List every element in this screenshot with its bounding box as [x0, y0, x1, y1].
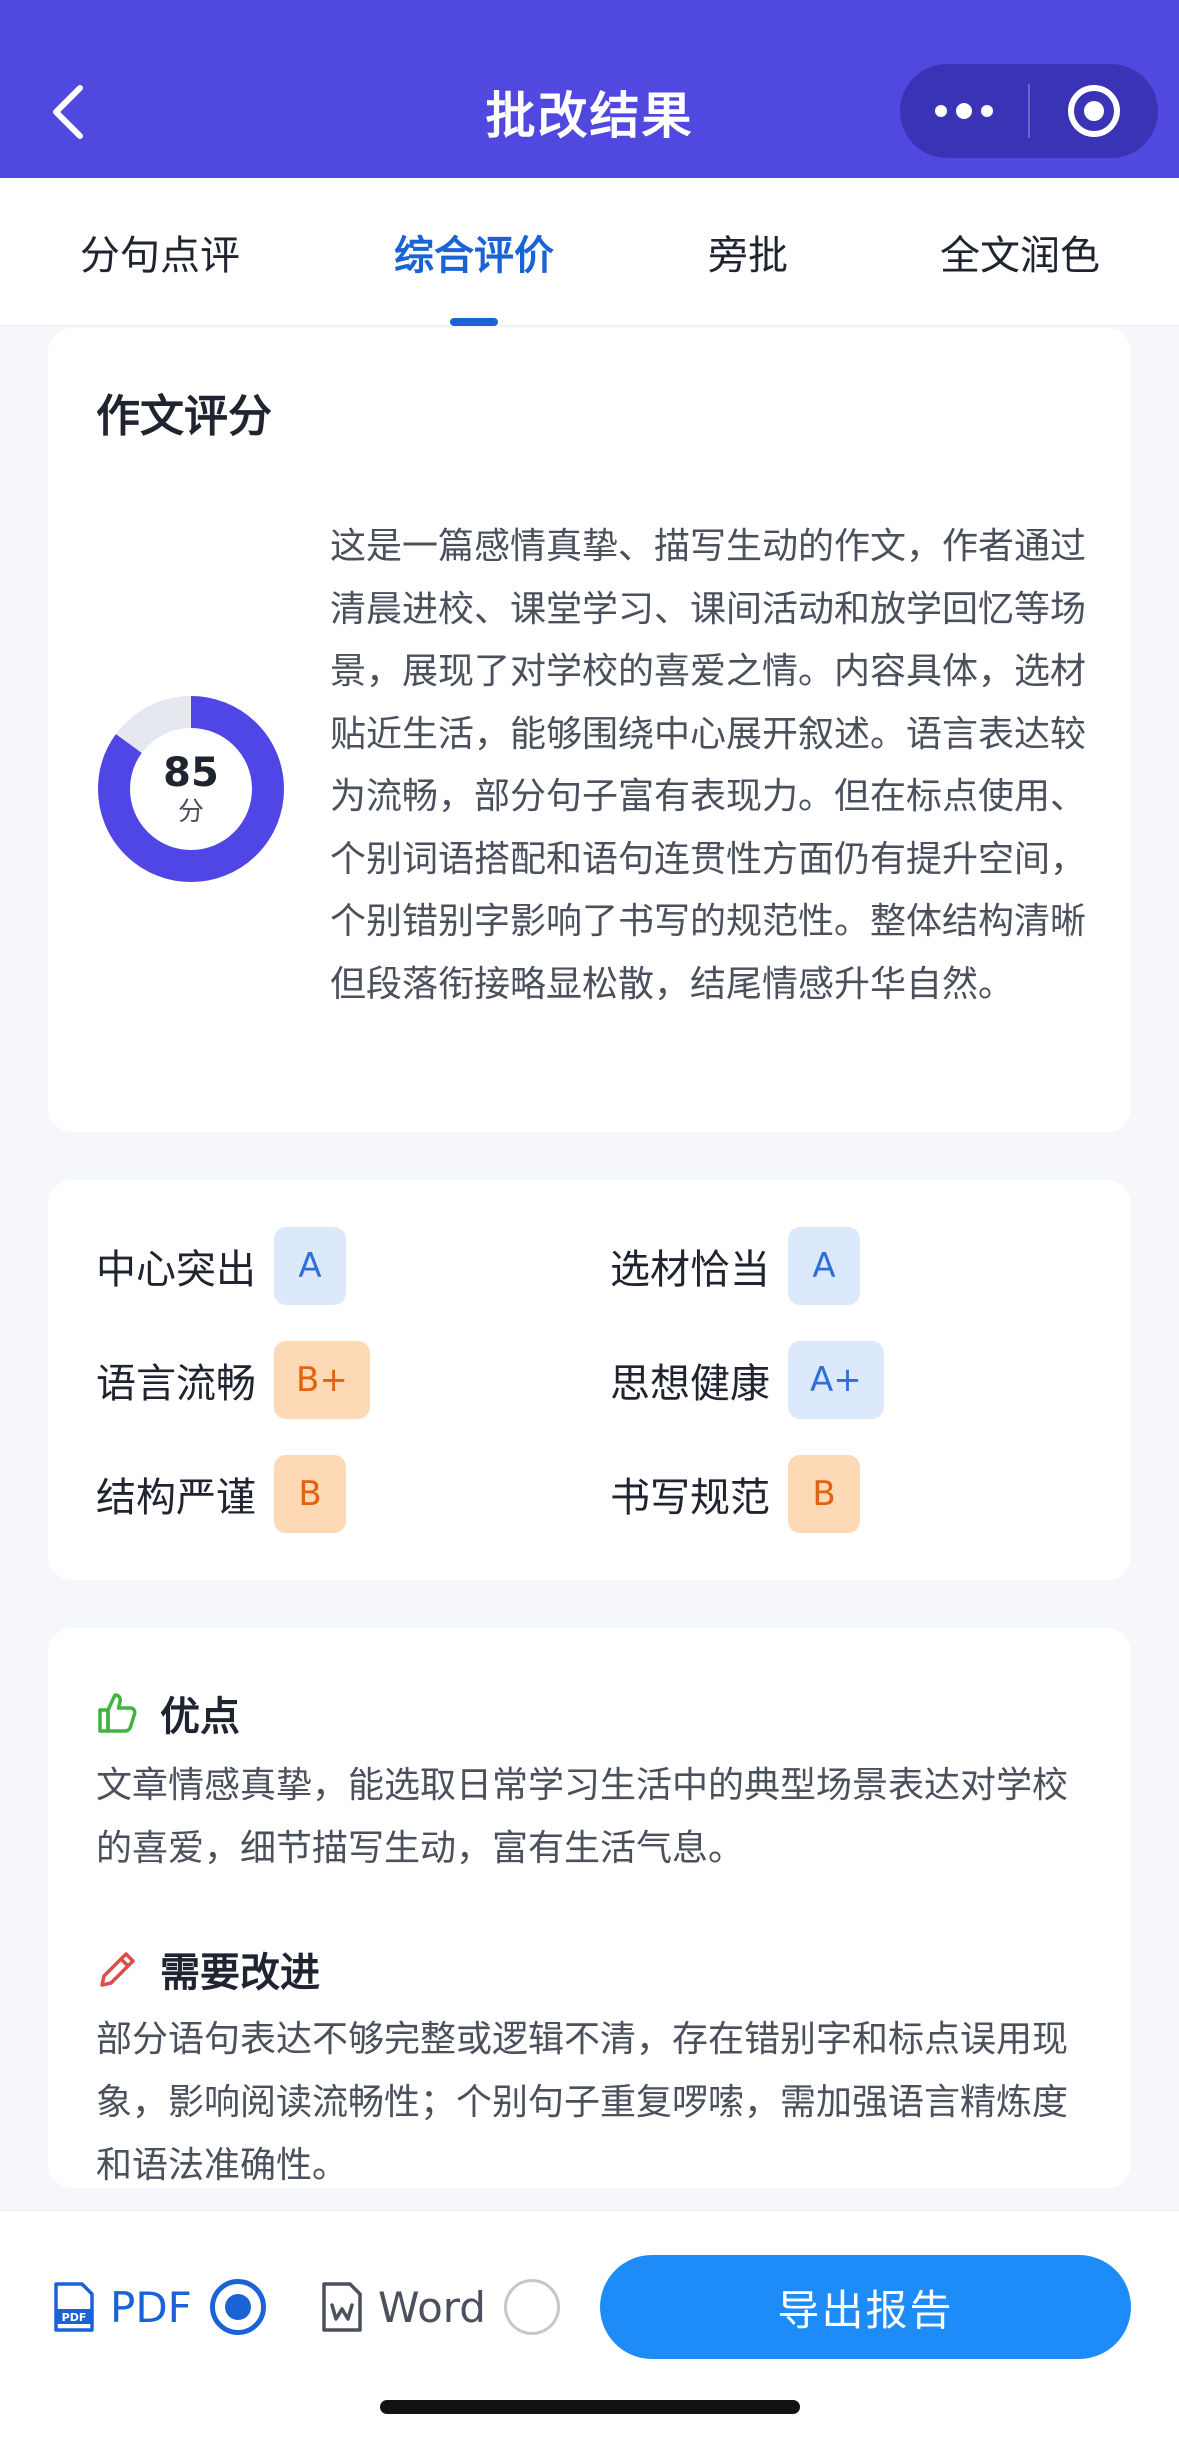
mini-program-capsule [900, 64, 1158, 158]
tab-side-notes[interactable]: 旁批 [668, 178, 828, 326]
close-button[interactable] [1030, 64, 1158, 158]
score-card-title: 作文评分 [96, 391, 272, 442]
more-dots-icon [956, 103, 972, 119]
grade-badge: A+ [788, 1341, 884, 1419]
strengths-heading: 优点 [96, 1684, 240, 1742]
grades-card: 中心突出 A 选材恰当 A 语言流畅 B+ 思想健康 A+ 结构严谨 B 书写规… [48, 1180, 1131, 1580]
pdf-label: PDF [110, 2282, 192, 2332]
active-tab-indicator [450, 318, 498, 326]
grade-name: 语言流畅 [96, 1361, 256, 1407]
pdf-file-icon: PDF [54, 2282, 94, 2332]
score-label: 85 分 [96, 694, 286, 884]
grade-name: 书写规范 [610, 1475, 770, 1521]
nav-header: 批改结果 [0, 0, 1179, 178]
grade-item: 思想健康 A+ [610, 1341, 884, 1419]
score-card: 作文评分 85 分 这是一篇感情真挚、描写生动的作文，作者通过清晨进校、课堂学习… [48, 328, 1131, 1132]
grade-item: 中心突出 A [96, 1227, 346, 1305]
grade-name: 选材恰当 [610, 1247, 770, 1293]
more-dots-icon [935, 105, 947, 117]
tab-full-polish[interactable]: 全文润色 [900, 178, 1140, 326]
grade-badge: A [274, 1227, 346, 1305]
tab-sentence-review[interactable]: 分句点评 [40, 178, 280, 326]
word-label: Word [378, 2282, 486, 2332]
grade-name: 思想健康 [610, 1361, 770, 1407]
grade-badge: B [274, 1455, 346, 1533]
grade-badge: B+ [274, 1341, 370, 1419]
word-radio[interactable] [503, 2279, 560, 2335]
grade-item: 结构严谨 B [96, 1455, 346, 1533]
word-format-option[interactable]: Word [320, 2255, 560, 2359]
tab-overall-evaluation[interactable]: 综合评价 [354, 178, 594, 326]
score-value: 85 [163, 750, 219, 796]
home-indicator [380, 2400, 800, 2414]
target-close-icon [1068, 85, 1120, 137]
grade-name: 中心突出 [96, 1247, 256, 1293]
strengths-text: 文章情感真挚，能选取日常学习生活中的典型场景表达对学校的喜爱，细节描写生动，富有… [96, 1765, 1069, 1869]
feedback-card: 优点 文章情感真挚，能选取日常学习生活中的典型场景表达对学校的喜爱，细节描写生动… [48, 1628, 1131, 2188]
pdf-format-option[interactable]: PDF PDF [52, 2255, 266, 2359]
export-report-button[interactable]: 导出报告 [600, 2255, 1131, 2359]
word-file-icon [322, 2282, 362, 2332]
more-button[interactable] [900, 64, 1028, 158]
strengths-title: 优点 [160, 1694, 240, 1740]
grade-badge: B [788, 1455, 860, 1533]
more-dots-icon [981, 105, 993, 117]
grade-item: 选材恰当 A [610, 1227, 860, 1305]
improve-text: 部分语句表达不够完整或逻辑不清，存在错别字和标点误用现象，影响阅读流畅性；个别句… [96, 2019, 1069, 2186]
pdf-radio[interactable] [209, 2279, 266, 2335]
thumbs-up-icon [98, 1693, 137, 1733]
grade-badge: A [788, 1227, 860, 1305]
grade-item: 书写规范 B [610, 1455, 860, 1533]
improve-title: 需要改进 [160, 1950, 320, 1996]
grade-name: 结构严谨 [96, 1475, 256, 1521]
svg-text:PDF: PDF [62, 2311, 87, 2324]
improve-heading: 需要改进 [96, 1940, 320, 1998]
tab-bar: 分句点评 综合评价 旁批 全文润色 [0, 178, 1179, 326]
score-unit: 分 [177, 797, 204, 827]
grade-item: 语言流畅 B+ [96, 1341, 370, 1419]
score-summary-text: 这是一篇感情真挚、描写生动的作文，作者通过清晨进校、课堂学习、课间活动和放学回忆… [330, 526, 1087, 1005]
pencil-icon [100, 1952, 135, 1987]
